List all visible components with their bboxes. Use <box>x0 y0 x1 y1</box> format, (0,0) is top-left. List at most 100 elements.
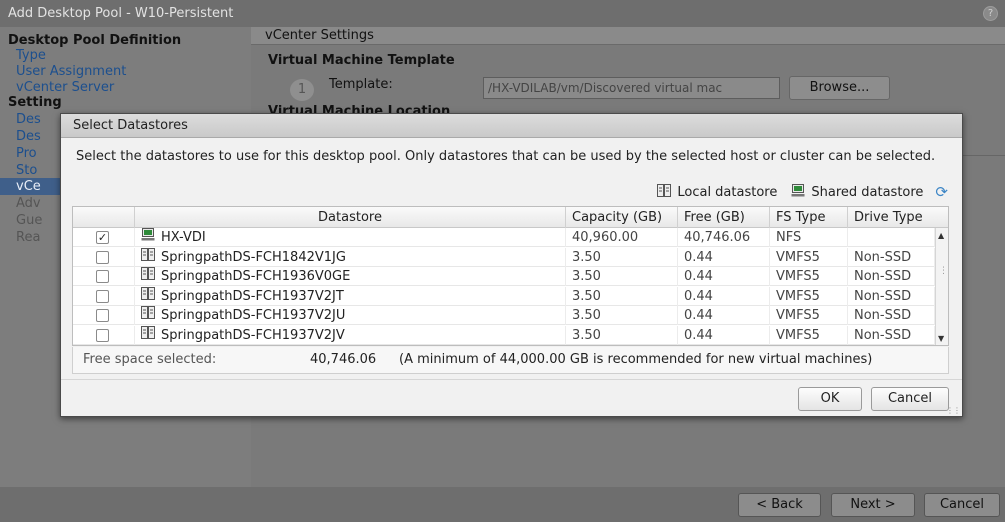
table-row[interactable]: SpringpathDS-FCH1937V2JV 3.50 0.44 VMFS5 Non… <box>73 325 935 345</box>
column-header-drive-type[interactable]: Drive Type <box>848 207 948 228</box>
table-header: Datastore Capacity (GB) Free (GB) FS Typ… <box>73 207 948 228</box>
resize-grip-icon[interactable]: ⋮⋮ <box>946 406 961 415</box>
row-select-cell: ✓ <box>73 228 135 247</box>
local-datastore-icon <box>141 286 155 306</box>
help-icon[interactable]: ? <box>983 6 998 21</box>
sidebar-item-sto[interactable]: Sto <box>16 163 37 178</box>
scroll-up-icon[interactable]: ▲ <box>938 231 944 240</box>
dialog-cancel-button[interactable]: Cancel <box>871 387 949 411</box>
ok-button[interactable]: OK <box>798 387 862 411</box>
fs-type-cell: VMFS5 <box>770 286 848 306</box>
column-header-select <box>73 207 135 228</box>
sidebar-item-pro[interactable]: Pro <box>16 146 37 161</box>
local-datastore-icon <box>657 183 672 201</box>
local-datastore-icon <box>141 306 155 325</box>
table-row[interactable]: SpringpathDS-FCH1937V2JU 3.50 0.44 VMFS5 Non… <box>73 306 935 325</box>
drive-type-cell: Non-SSD <box>848 247 935 267</box>
datastore-legend: Local datastore Shared datastore ⟳ <box>651 183 948 201</box>
column-header-fs-type[interactable]: FS Type <box>770 207 848 228</box>
local-datastore-icon <box>141 267 155 286</box>
free-cell: 0.44 <box>678 286 770 306</box>
select-datastores-dialog: Select Datastores Select the datastores … <box>60 113 963 417</box>
back-button[interactable]: < Back <box>738 493 821 517</box>
sidebar-item-user-assignment[interactable]: User Assignment <box>16 64 126 79</box>
sidebar-item-adv: Adv <box>16 196 41 211</box>
dialog-description: Select the datastores to use for this de… <box>76 149 936 164</box>
datastore-name: SpringpathDS-FCH1937V2JV <box>161 327 345 343</box>
datastore-name-cell: SpringpathDS-FCH1937V2JV <box>135 325 566 345</box>
column-header-free[interactable]: Free (GB) <box>678 207 770 228</box>
free-space-value: 40,746.06 <box>310 352 377 367</box>
datastore-name: HX-VDI <box>161 230 206 245</box>
scroll-down-icon[interactable]: ▼ <box>938 334 944 343</box>
shared-datastore-icon <box>791 183 805 201</box>
scroll-grip-icon[interactable]: ⋮⋮ <box>939 266 948 276</box>
datastore-name-cell: SpringpathDS-FCH1937V2JU <box>135 306 566 325</box>
datastore-checkbox[interactable] <box>96 289 109 303</box>
table-row[interactable]: SpringpathDS-FCH1936V0GE 3.50 0.44 VMFS5 Non… <box>73 267 935 286</box>
wizard-cancel-button[interactable]: Cancel <box>924 493 1000 517</box>
datastore-name-cell: SpringpathDS-FCH1937V2JT <box>135 286 566 306</box>
table-row[interactable]: SpringpathDS-FCH1842V1JG 3.50 0.44 VMFS5 Non… <box>73 247 935 267</box>
template-input[interactable]: /HX-VDILAB/vm/Discovered virtual mac <box>483 77 780 99</box>
capacity-cell: 3.50 <box>566 306 678 325</box>
refresh-icon[interactable]: ⟳ <box>935 183 948 201</box>
datastore-name-cell: SpringpathDS-FCH1936V0GE <box>135 267 566 286</box>
local-datastore-icon <box>141 247 155 267</box>
drive-type-cell: Non-SSD <box>848 325 935 345</box>
local-datastore-label: Local datastore <box>677 184 778 200</box>
drive-type-cell: Non-SSD <box>848 286 935 306</box>
row-select-cell <box>73 267 135 286</box>
capacity-cell: 3.50 <box>566 286 678 306</box>
row-select-cell <box>73 247 135 267</box>
datastore-name-cell: SpringpathDS-FCH1842V1JG <box>135 247 566 267</box>
table-row[interactable]: SpringpathDS-FCH1937V2JT 3.50 0.44 VMFS5 Non… <box>73 286 935 306</box>
datastore-checkbox[interactable] <box>96 309 109 322</box>
row-select-cell <box>73 325 135 345</box>
window-title: Add Desktop Pool - W10-Persistent <box>0 0 1005 27</box>
browse-button[interactable]: Browse... <box>789 76 890 100</box>
table-scrollbar[interactable]: ▲ ⋮⋮ ▼ <box>935 228 948 345</box>
fs-type-cell: VMFS5 <box>770 306 848 325</box>
datastore-checkbox[interactable] <box>96 328 109 342</box>
fs-type-cell: VMFS5 <box>770 325 848 345</box>
free-cell: 0.44 <box>678 325 770 345</box>
capacity-cell: 3.50 <box>566 247 678 267</box>
row-select-cell <box>73 286 135 306</box>
next-button[interactable]: Next > <box>831 493 915 517</box>
step-number: 1 <box>290 79 314 101</box>
vm-location-heading: Virtual Machine Location <box>268 104 451 113</box>
drive-type-cell: Non-SSD <box>848 306 935 325</box>
column-header-capacity[interactable]: Capacity (GB) <box>566 207 678 228</box>
datastore-checkbox[interactable]: ✓ <box>96 231 109 244</box>
dialog-divider <box>61 379 962 380</box>
dialog-title: Select Datastores <box>61 114 962 138</box>
datastore-checkbox[interactable] <box>96 270 109 283</box>
free-cell: 0.44 <box>678 267 770 286</box>
datastore-table: Datastore Capacity (GB) Free (GB) FS Typ… <box>72 206 949 346</box>
free-space-bar: Free space selected: 40,746.06 (A minimu… <box>72 347 949 374</box>
sidebar-item-rea: Rea <box>16 230 41 245</box>
drive-type-cell <box>848 228 935 247</box>
column-header-datastore[interactable]: Datastore <box>135 207 566 228</box>
capacity-cell: 40,960.00 <box>566 228 678 247</box>
drive-type-cell: Non-SSD <box>848 267 935 286</box>
sidebar-item-type[interactable]: Type <box>16 48 46 63</box>
free-cell: 40,746.06 <box>678 228 770 247</box>
datastore-checkbox[interactable] <box>96 250 109 264</box>
free-space-label: Free space selected: <box>83 352 217 367</box>
sidebar-heading-setting: Setting <box>8 95 62 110</box>
datastore-name: SpringpathDS-FCH1936V0GE <box>161 269 351 284</box>
fs-type-cell: NFS <box>770 228 848 247</box>
sidebar-item-des-2[interactable]: Des <box>16 129 41 144</box>
template-label: Template: <box>329 77 393 92</box>
fs-type-cell: VMFS5 <box>770 267 848 286</box>
free-cell: 0.44 <box>678 247 770 267</box>
free-cell: 0.44 <box>678 306 770 325</box>
sidebar-item-des-1[interactable]: Des <box>16 112 41 127</box>
table-row[interactable]: ✓ HX-VDI 40,960.00 40,746.06 NFS <box>73 228 935 247</box>
shared-datastore-icon <box>141 228 155 247</box>
vm-template-heading: Virtual Machine Template <box>268 53 455 68</box>
sidebar-item-vcenter-server[interactable]: vCenter Server <box>16 80 114 95</box>
sidebar-item-vce[interactable]: vCe <box>16 179 41 194</box>
